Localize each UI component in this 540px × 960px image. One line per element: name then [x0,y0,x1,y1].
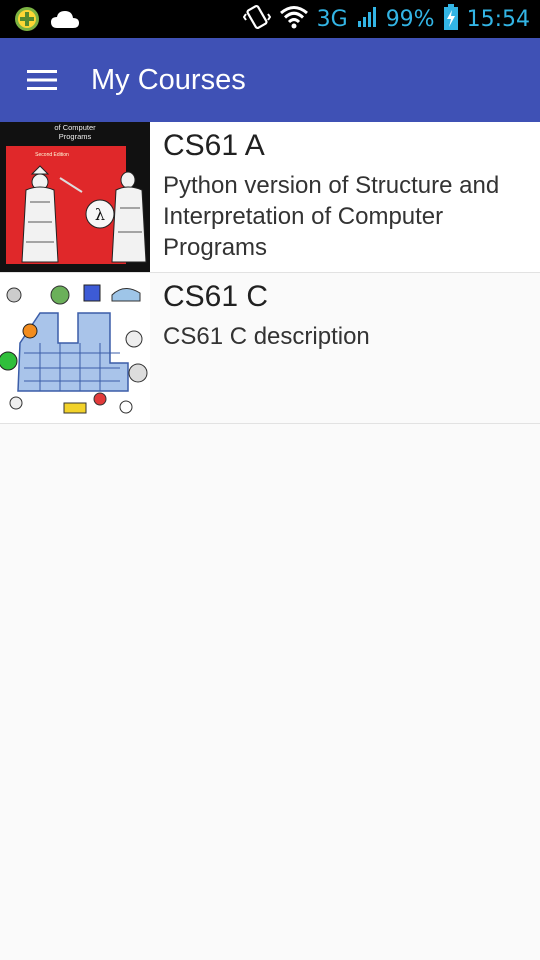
course-item-cs61c[interactable]: CS61 C CS61 C description [0,273,540,424]
course-description: CS61 C description [163,323,370,350]
app-bar: My Courses [0,38,540,122]
battery-charging-icon [443,4,459,35]
status-bar: 3G 99% 15:54 [0,0,540,38]
cloud-icon [50,8,80,35]
signal-icon [356,5,378,34]
network-type: 3G [316,6,348,32]
vibrate-icon [242,4,271,35]
clock: 15:54 [466,6,530,32]
svg-text:λ: λ [95,205,105,224]
battery-percent: 99% [385,6,435,32]
thumbnail-caption-2: Programs [59,132,92,141]
thumbnail-caption: of Computer [54,123,96,132]
menu-button[interactable] [18,60,66,100]
course-thumbnail-cartoon [0,273,150,423]
hamburger-menu-icon [27,70,57,90]
course-description: Python version of Structure and Interpre… [163,172,500,261]
thumbnail-edition: Second Edition [35,152,69,158]
plus-circle-icon [14,6,40,37]
course-list: of Computer Programs Second Edition λ CS… [0,122,540,424]
status-right: 3G 99% 15:54 [242,4,530,35]
course-title: CS61 C [163,280,269,313]
wifi-icon [279,5,309,34]
course-item-cs61a[interactable]: of Computer Programs Second Edition λ CS… [0,122,540,273]
page-title: My Courses [91,64,246,96]
course-title: CS61 A [163,129,265,162]
course-thumbnail-sicp: of Computer Programs Second Edition λ [0,122,150,272]
status-left [14,6,80,37]
